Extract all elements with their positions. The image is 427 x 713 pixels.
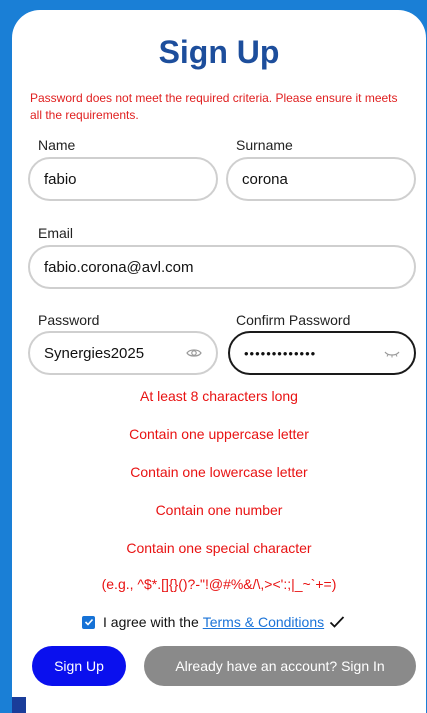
confirm-password-label: Confirm Password bbox=[236, 312, 351, 328]
requirement-number: Contain one number bbox=[155, 502, 283, 518]
name-label: Name bbox=[38, 137, 76, 153]
terms-text: I agree with the bbox=[103, 614, 199, 630]
confirm-password-field[interactable]: ••••••••••••• bbox=[228, 331, 416, 375]
email-field[interactable]: fabio.corona@avl.com bbox=[28, 245, 416, 289]
requirement-special: Contain one special character bbox=[126, 540, 312, 556]
checkmark-icon bbox=[329, 615, 345, 629]
confirm-password-value: ••••••••••••• bbox=[244, 345, 317, 361]
surname-label: Surname bbox=[236, 137, 293, 153]
signup-button[interactable]: Sign Up bbox=[32, 646, 126, 686]
email-label: Email bbox=[38, 225, 74, 241]
password-label: Password bbox=[38, 312, 100, 328]
terms-checkbox[interactable] bbox=[82, 615, 95, 629]
eye-icon[interactable] bbox=[186, 345, 202, 361]
terms-link[interactable]: Terms & Conditions bbox=[203, 614, 324, 630]
page-title: Sign Up bbox=[158, 34, 280, 70]
signin-button[interactable]: Already have an account? Sign In bbox=[144, 646, 416, 686]
corner-accent bbox=[12, 697, 26, 713]
eye-closed-icon[interactable] bbox=[384, 345, 400, 361]
password-field[interactable]: Synergies2025 bbox=[28, 331, 218, 375]
requirement-length: At least 8 characters long bbox=[140, 388, 298, 404]
error-message: Password does not meet the required crit… bbox=[30, 91, 398, 122]
requirement-special-examples: (e.g., ^$*.[]{}()?-"!@#%&/\,><':;|_~`+=) bbox=[101, 576, 337, 592]
signup-card: Sign Up Password does not meet the requi… bbox=[12, 10, 426, 713]
requirement-lowercase: Contain one lowercase letter bbox=[130, 464, 308, 480]
requirement-uppercase: Contain one uppercase letter bbox=[129, 426, 309, 442]
surname-field[interactable]: corona bbox=[226, 157, 416, 201]
terms-agreement: I agree with the Terms & Conditions bbox=[82, 614, 345, 630]
name-field[interactable]: fabio bbox=[28, 157, 218, 201]
password-value: Synergies2025 bbox=[44, 344, 145, 362]
